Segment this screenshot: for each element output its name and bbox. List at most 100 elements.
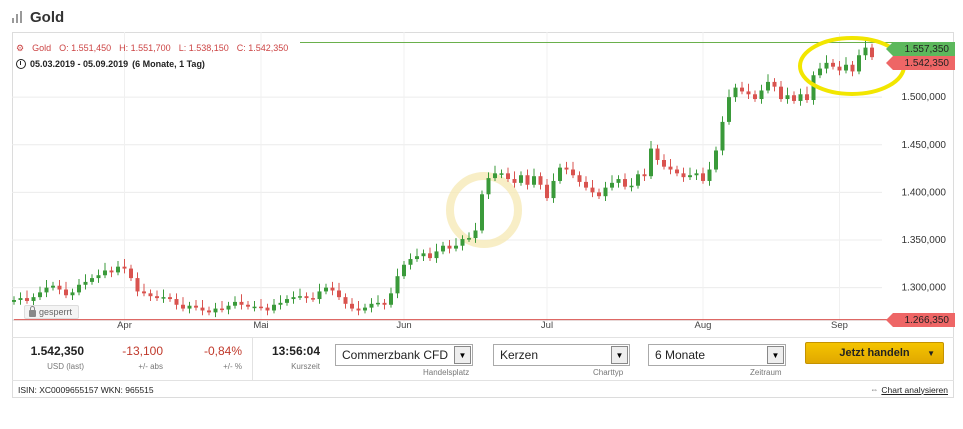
x-tick-label: Aug xyxy=(695,320,712,331)
candle xyxy=(298,296,302,298)
series-settings-icon[interactable]: ⚙ xyxy=(16,40,24,56)
candle xyxy=(525,175,530,185)
candle xyxy=(558,167,562,181)
candle xyxy=(18,298,23,300)
chart-analyze-link[interactable]: ⇔ Chart analysieren xyxy=(870,385,948,395)
chevron-down-icon[interactable]: ▼ xyxy=(767,346,784,364)
period-select[interactable]: 6 Monate ▼ xyxy=(648,344,786,366)
candle xyxy=(434,251,439,259)
candle xyxy=(486,178,491,195)
candle xyxy=(597,192,601,197)
candle xyxy=(363,307,367,311)
candle xyxy=(57,285,62,290)
candle xyxy=(83,281,88,285)
candle xyxy=(304,296,309,299)
candle xyxy=(259,306,263,309)
candle xyxy=(161,297,166,299)
candle xyxy=(51,285,55,288)
candle xyxy=(805,94,809,100)
candle xyxy=(662,160,666,167)
candle xyxy=(831,62,835,67)
chevron-down-icon[interactable]: ▼ xyxy=(611,346,628,364)
candle xyxy=(135,278,140,292)
price-chart[interactable]: 1.300,000 1.350,000 1.400,000 1.450,000 1.50… xyxy=(12,32,954,337)
candle xyxy=(798,94,803,101)
candle xyxy=(408,259,413,265)
candle xyxy=(116,266,120,273)
venue-select-value: Commerzbank CFD xyxy=(342,348,449,362)
legend-high: H: 1.551,700 xyxy=(119,43,171,53)
candle xyxy=(207,310,211,313)
caret-down-icon[interactable]: ▼ xyxy=(927,349,935,358)
candle xyxy=(766,81,770,91)
candle xyxy=(233,301,237,306)
candle xyxy=(564,167,569,170)
candle xyxy=(577,175,582,182)
chart-bars-icon xyxy=(12,11,22,23)
header: Gold xyxy=(12,6,64,28)
price-tag-last: 1.542,350 xyxy=(886,56,955,70)
locked-label: gesperrt xyxy=(39,307,73,317)
period-label: Zeitraum xyxy=(750,368,782,377)
candle xyxy=(64,289,68,296)
candle xyxy=(428,253,432,259)
candle xyxy=(863,47,868,56)
stat-abs-label: +/- abs xyxy=(138,362,163,371)
candle xyxy=(584,181,588,188)
candle xyxy=(174,299,179,305)
trade-now-button[interactable]: Jetzt handeln ▼ xyxy=(805,342,944,364)
candle xyxy=(694,173,699,176)
candle xyxy=(467,238,471,240)
candle xyxy=(714,150,718,170)
candle xyxy=(538,176,543,185)
candle xyxy=(701,173,705,181)
candle xyxy=(753,94,757,100)
x-tick-label: Sep xyxy=(831,320,848,331)
candle xyxy=(31,297,36,301)
legend-range: 05.03.2019 - 05.09.2019 xyxy=(30,59,129,69)
chevron-down-icon[interactable]: ▼ xyxy=(454,346,471,364)
candle xyxy=(688,175,692,178)
footer: ISIN: XC0009655157 WKN: 965515 ⇔ Chart a… xyxy=(12,380,954,398)
candle xyxy=(376,302,380,305)
y-tick-label: 1.300,000 xyxy=(902,283,947,294)
x-tick-label: Mai xyxy=(253,320,268,331)
candle xyxy=(402,264,406,277)
candle xyxy=(70,292,75,296)
venue-select[interactable]: Commerzbank CFD ▼ xyxy=(335,344,473,366)
candle xyxy=(252,306,257,309)
stat-pct-label: +/- % xyxy=(223,362,242,371)
chart-analyze-label[interactable]: Chart analysieren xyxy=(881,385,948,395)
candle xyxy=(317,291,322,300)
candle xyxy=(25,298,29,301)
candle xyxy=(551,180,556,199)
candle xyxy=(545,184,549,199)
candle xyxy=(356,308,361,311)
candle xyxy=(629,185,634,188)
chart-type-select-value: Kerzen xyxy=(500,348,539,362)
stat-time-value: 13:56:04 xyxy=(271,344,320,358)
lock-icon xyxy=(29,305,36,317)
page-title: Gold xyxy=(30,8,65,26)
y-tick-label: 1.500,000 xyxy=(902,92,947,103)
candle xyxy=(220,308,224,311)
stat-abs-value: -13,100 xyxy=(122,344,163,358)
candle xyxy=(285,299,289,303)
candle xyxy=(369,303,374,308)
candle xyxy=(194,305,198,308)
link-icon: ⇔ xyxy=(870,385,879,394)
stat-last: 1.542,350 USD (last) xyxy=(18,344,84,371)
candle xyxy=(642,174,647,177)
stat-time-label: Kurszeit xyxy=(291,362,320,371)
candle xyxy=(707,169,712,181)
candle xyxy=(311,298,315,300)
chart-type-select[interactable]: Kerzen ▼ xyxy=(493,344,630,366)
chart-legend: ⚙ Gold O: 1.551,450 H: 1.551,700 L: 1.53… xyxy=(16,40,292,72)
stat-abs: -13,100 +/- abs xyxy=(108,344,163,371)
stat-pct-value: -0,84% xyxy=(203,344,242,358)
stat-pct: -0,84% +/- % xyxy=(188,344,242,371)
x-tick-label: Jun xyxy=(396,320,411,331)
candle xyxy=(473,230,478,239)
legend-low: L: 1.538,150 xyxy=(178,43,229,53)
candle xyxy=(870,47,874,58)
